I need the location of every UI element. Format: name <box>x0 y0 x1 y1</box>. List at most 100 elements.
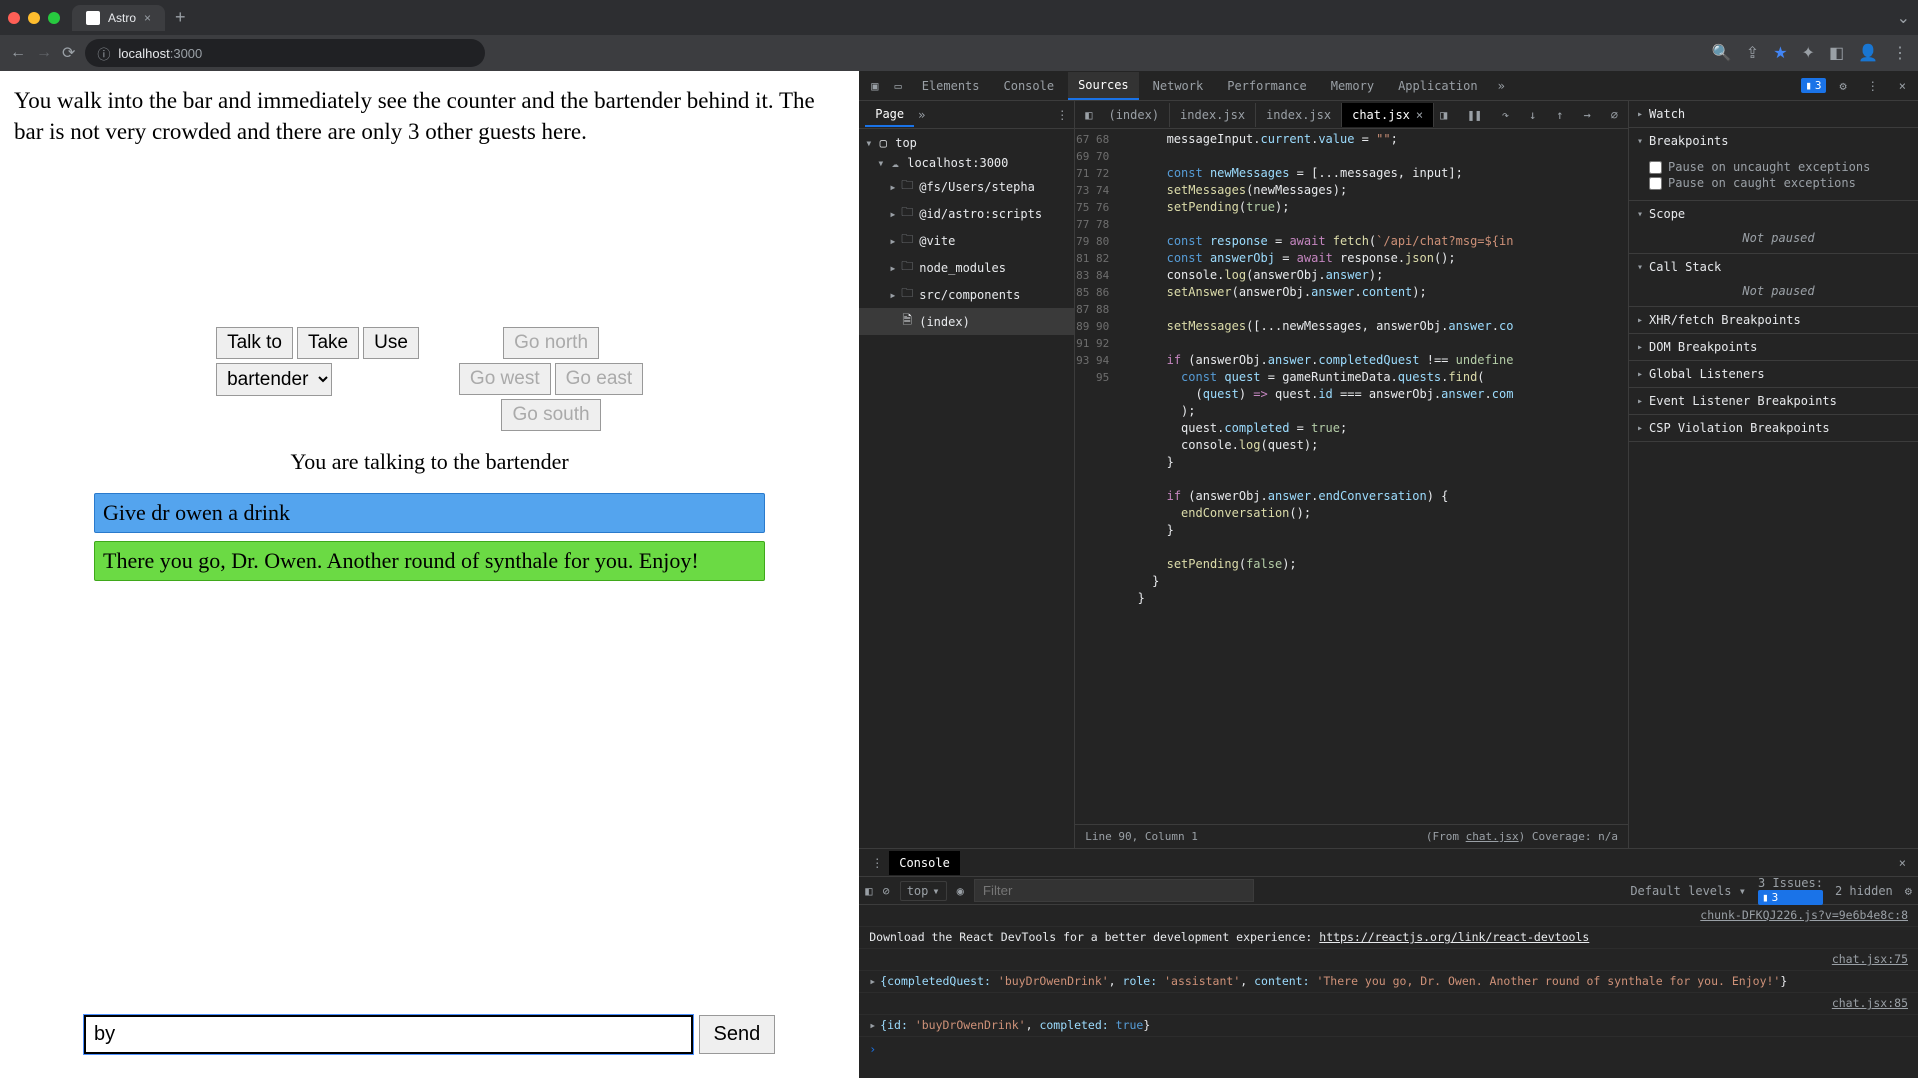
editor-tab-chat[interactable]: chat.jsx× <box>1342 103 1434 127</box>
profile-icon[interactable]: 👤 <box>1858 43 1878 63</box>
pause-uncaught-checkbox[interactable]: Pause on uncaught exceptions <box>1649 160 1908 174</box>
editor-tab-index[interactable]: (index) <box>1098 103 1170 127</box>
close-tab-icon[interactable]: × <box>144 11 151 25</box>
user-message: Give dr owen a drink <box>94 493 765 533</box>
editor-tab-indexjsx2[interactable]: index.jsx <box>1256 103 1342 127</box>
go-south-button[interactable]: Go south <box>501 399 600 431</box>
send-button[interactable]: Send <box>699 1015 776 1054</box>
target-select[interactable]: bartender <box>216 363 332 396</box>
tab-network[interactable]: Network <box>1143 73 1214 99</box>
toggle-debugger-icon[interactable]: ◨ <box>1434 108 1453 122</box>
deactivate-bp-icon[interactable]: ⌀ <box>1605 108 1624 122</box>
console-prompt[interactable]: › <box>859 1037 1918 1062</box>
devtools-link[interactable]: https://reactjs.org/link/react-devtools <box>1319 930 1589 944</box>
site-info-icon[interactable]: ⓘ <box>97 44 110 63</box>
breakpoints-section[interactable]: ▾Breakpoints <box>1629 128 1918 154</box>
step-out-icon[interactable]: ↑ <box>1550 108 1569 122</box>
scope-section[interactable]: ▾Scope <box>1629 201 1918 227</box>
log-source[interactable]: chat.jsx:85 <box>1832 995 1908 1012</box>
go-west-button[interactable]: Go west <box>459 363 551 395</box>
tree-index[interactable]: 🗎(index) <box>859 308 1074 335</box>
extensions-icon[interactable]: ✦ <box>1802 43 1815 63</box>
global-section[interactable]: ▸Global Listeners <box>1629 361 1918 387</box>
step-icon[interactable]: → <box>1578 108 1597 122</box>
editor-tab-indexjsx1[interactable]: index.jsx <box>1170 103 1256 127</box>
tree-node[interactable]: ▸🗀node_modules <box>859 254 1074 281</box>
tab-sources[interactable]: Sources <box>1068 72 1139 100</box>
sidebar-more-icon[interactable]: » <box>918 108 925 122</box>
forward-icon[interactable]: → <box>36 44 52 62</box>
sidepanel-icon[interactable]: ◧ <box>1829 43 1844 63</box>
tree-fs[interactable]: ▸🗀@fs/Users/stepha <box>859 173 1074 200</box>
code-editor[interactable]: 67 68 69 70 71 72 73 74 75 76 77 78 79 8… <box>1075 129 1628 824</box>
console-tab[interactable]: Console <box>889 851 960 875</box>
sidebar-kebab-icon[interactable]: ⋮ <box>1056 108 1068 122</box>
close-tab-icon[interactable]: × <box>1416 108 1423 122</box>
close-devtools-icon[interactable]: × <box>1893 79 1912 93</box>
toggle-sidebar-icon[interactable]: ◧ <box>865 884 872 898</box>
console-filter-input[interactable] <box>974 879 1254 902</box>
tab-application[interactable]: Application <box>1388 73 1487 99</box>
new-tab-button[interactable]: + <box>175 7 186 28</box>
tree-components[interactable]: ▸🗀src/components <box>859 281 1074 308</box>
csp-section[interactable]: ▸CSP Violation Breakpoints <box>1629 415 1918 441</box>
inspect-icon[interactable]: ▣ <box>865 79 884 93</box>
live-expr-icon[interactable]: ◉ <box>957 884 964 898</box>
kebab-icon[interactable]: ⋮ <box>1861 79 1885 93</box>
issues-badge[interactable]: ▮ 3 <box>1801 78 1825 93</box>
context-select[interactable]: top ▾ <box>900 881 947 901</box>
tree-vite[interactable]: ▸🗀@vite <box>859 227 1074 254</box>
take-button[interactable]: Take <box>297 327 359 359</box>
dom-section[interactable]: ▸DOM Breakpoints <box>1629 334 1918 360</box>
xhr-section[interactable]: ▸XHR/fetch Breakpoints <box>1629 307 1918 333</box>
menu-icon[interactable]: ⋮ <box>1892 43 1908 63</box>
more-tabs-icon[interactable]: » <box>1492 79 1511 93</box>
step-over-icon[interactable]: ↷ <box>1496 108 1515 122</box>
issues-link[interactable]: 3 Issues: ▮ 3 <box>1758 876 1823 905</box>
settings-icon[interactable]: ⚙ <box>1834 79 1853 93</box>
talk-to-button[interactable]: Talk to <box>216 327 293 359</box>
minimize-window[interactable] <box>28 12 40 24</box>
device-toggle-icon[interactable]: ▭ <box>888 79 907 93</box>
step-into-icon[interactable]: ↓ <box>1523 108 1542 122</box>
expand-icon[interactable]: ▸ <box>869 973 876 990</box>
close-window[interactable] <box>8 12 20 24</box>
back-icon[interactable]: ← <box>10 44 26 62</box>
tab-memory[interactable]: Memory <box>1321 73 1384 99</box>
event-section[interactable]: ▸Event Listener Breakpoints <box>1629 388 1918 414</box>
log-source[interactable]: chunk-DFKQJ226.js?v=9e6b4e8c:8 <box>1700 907 1908 924</box>
share-icon[interactable]: ⇪ <box>1746 43 1759 63</box>
tabs-dropdown-icon[interactable]: ⌄ <box>1897 8 1910 28</box>
maximize-window[interactable] <box>48 12 60 24</box>
page-tab[interactable]: Page <box>865 103 914 127</box>
toggle-navigator-icon[interactable]: ◧ <box>1079 108 1098 122</box>
reload-icon[interactable]: ⟳ <box>62 43 75 63</box>
tree-astro[interactable]: ▸🗀@id/astro:scripts <box>859 200 1074 227</box>
go-east-button[interactable]: Go east <box>555 363 644 395</box>
console-log: chunk-DFKQJ226.js?v=9e6b4e8c:8 <box>859 905 1918 927</box>
watch-section[interactable]: ▸Watch <box>1629 101 1918 127</box>
close-drawer-icon[interactable]: × <box>1893 856 1912 870</box>
tab-console[interactable]: Console <box>994 73 1065 99</box>
address-bar[interactable]: ⓘ localhost:3000 <box>85 39 485 67</box>
tab-performance[interactable]: Performance <box>1217 73 1316 99</box>
hidden-count[interactable]: 2 hidden <box>1835 884 1893 898</box>
tab-elements[interactable]: Elements <box>912 73 990 99</box>
callstack-section[interactable]: ▾Call Stack <box>1629 254 1918 280</box>
clear-console-icon[interactable]: ⊘ <box>882 884 889 898</box>
chat-input[interactable] <box>84 1015 693 1054</box>
tree-top[interactable]: ▾▢top <box>859 133 1074 153</box>
expand-icon[interactable]: ▸ <box>869 1017 876 1034</box>
search-icon[interactable]: 🔍 <box>1712 43 1732 63</box>
log-source[interactable]: chat.jsx:75 <box>1832 951 1908 968</box>
drawer-kebab-icon[interactable]: ⋮ <box>865 856 889 870</box>
go-north-button[interactable]: Go north <box>503 327 599 359</box>
pause-icon[interactable]: ❚❚ <box>1461 108 1487 122</box>
tree-host[interactable]: ▾☁localhost:3000 <box>859 153 1074 173</box>
bookmark-icon[interactable]: ★ <box>1773 43 1787 63</box>
pause-caught-checkbox[interactable]: Pause on caught exceptions <box>1649 176 1908 190</box>
browser-tab[interactable]: Astro × <box>72 5 165 31</box>
levels-select[interactable]: Default levels ▾ <box>1630 884 1746 898</box>
console-settings-icon[interactable]: ⚙ <box>1905 884 1912 898</box>
use-button[interactable]: Use <box>363 327 419 359</box>
